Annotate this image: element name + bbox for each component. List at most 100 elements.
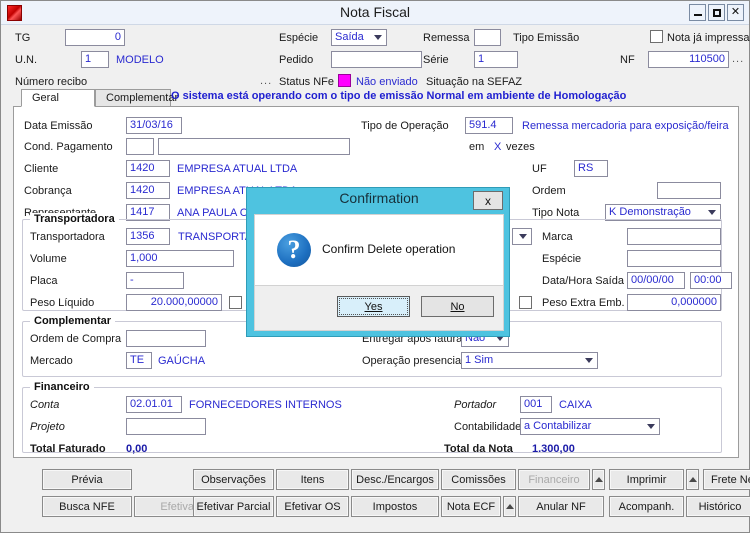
ordem-compra-input[interactable] [126,330,206,347]
contabilidade-select[interactable]: a Contabilizar [520,418,660,435]
historico-button[interactable]: Histórico [686,496,750,517]
ordem-input[interactable] [657,182,721,199]
impostos-button[interactable]: Impostos [351,496,439,517]
efetivar-parcial-button[interactable]: Efetivar Parcial [193,496,274,517]
conta-input[interactable]: 02.01.01 [126,396,182,413]
desc-encargos-button[interactable]: Desc./Encargos [351,469,439,490]
efetivar-parcial-label: Efetivar Parcial [197,501,271,513]
nf-input[interactable]: 110500 [648,51,729,68]
dialog-no-button[interactable]: No [421,296,494,317]
conta-description: FORNECEDORES INTERNOS [189,399,342,411]
busca-nfe-button[interactable]: Busca NFE [42,496,132,517]
data-emissao-input[interactable]: 31/03/16 [126,117,182,134]
cond-pagamento-desc-input[interactable] [158,138,350,155]
nota-ja-impressa-checkbox[interactable] [650,30,663,43]
tg-input[interactable]: 0 [65,29,125,46]
arrow-up-icon [595,477,603,482]
tipo-nota-label: Tipo Nota [532,207,579,219]
arrow-up-icon [689,477,697,482]
ordem-compra-label: Ordem de Compra [30,333,121,345]
maximize-button[interactable] [708,4,725,21]
homologacao-banner: O sistema está operando com o tipo de em… [171,90,626,102]
anular-nf-button[interactable]: Anular NF [518,496,604,517]
un-input[interactable]: 1 [81,51,109,68]
financeiro-dropdown-arrow[interactable] [592,469,605,490]
financeiro-group-title: Financeiro [30,381,94,393]
peso-liquido-input[interactable]: 20.000,00000 [126,294,222,311]
peso-liquido-checkbox[interactable] [229,296,242,309]
projeto-input[interactable] [126,418,206,435]
cobranca-code-input[interactable]: 1420 [126,182,170,199]
hora-saida-input[interactable]: 00:00 [690,272,732,289]
conta-label: Conta [30,399,59,411]
acompanh-button[interactable]: Acompanh. [609,496,684,517]
total-faturado-value: 0,00 [126,443,147,455]
complementar-group-title: Complementar [30,315,115,327]
historico-label: Histórico [699,501,742,513]
remessa-input[interactable] [474,29,501,46]
efetivar-os-label: Efetivar OS [284,501,340,513]
tab-complementar[interactable]: Complementar [95,89,171,107]
efetivar-os-button[interactable]: Efetivar OS [276,496,349,517]
nota-ecf-button[interactable]: Nota ECF [441,496,501,517]
imprimir-button[interactable]: Imprimir [609,469,684,490]
mercado-label: Mercado [30,355,73,367]
vezes-label: vezes [506,141,535,153]
comissoes-button[interactable]: Comissões [441,469,516,490]
operacao-presencial-select[interactable]: 1 Sim [461,352,598,369]
transportadora-extra-select[interactable] [512,228,532,245]
portador-input[interactable]: 001 [520,396,552,413]
minimize-button[interactable] [689,4,706,21]
marca-input[interactable] [627,228,721,245]
impostos-label: Impostos [373,501,418,513]
cobranca-label: Cobrança [24,185,72,197]
acompanh-label: Acompanh. [619,501,675,513]
especie-transp-input[interactable] [627,250,721,267]
placa-input[interactable]: - [126,272,184,289]
peso-extra-checkbox[interactable] [519,296,532,309]
dialog-title: Confirmation [247,190,511,206]
data-saida-input[interactable]: 00/00/00 [627,272,685,289]
tipo-operacao-description: Remessa mercadoria para exposição/feira [522,120,729,132]
peso-extra-input[interactable]: 0,000000 [627,294,721,311]
uf-input[interactable]: RS [574,160,608,177]
data-emissao-label: Data Emissão [24,120,92,132]
dialog-body: ? Confirm Delete operation [254,214,504,286]
frete-neg-button[interactable]: Frete Neg. [703,469,750,490]
cond-pagamento-code-input[interactable] [126,138,154,155]
numero-recibo-ellipsis-button[interactable]: ... [260,75,272,87]
uf-label: UF [532,163,547,175]
dialog-message: Confirm Delete operation [322,242,455,256]
observacoes-button[interactable]: Observações [193,469,274,490]
pedido-label: Pedido [279,54,313,66]
close-button[interactable]: ✕ [727,4,744,21]
data-hora-saida-label: Data/Hora Saída [542,275,624,287]
tipo-operacao-input[interactable]: 591.4 [465,117,513,134]
transportadora-code-input[interactable]: 1356 [126,228,170,245]
pedido-input[interactable] [331,51,422,68]
imprimir-dropdown-arrow[interactable] [686,469,699,490]
cliente-code-input[interactable]: 1420 [126,160,170,177]
dialog-close-button[interactable]: x [473,191,503,210]
total-nota-label: Total da Nota [444,443,513,455]
nota-ecf-dropdown-arrow[interactable] [503,496,516,517]
contabilidade-value: a Contabilizar [524,419,656,434]
previa-button[interactable]: Prévia [42,469,132,490]
especie-select[interactable]: Saída [331,29,387,46]
nf-ellipsis-button[interactable]: ... [732,53,744,65]
window-controls: ✕ [689,4,744,21]
mercado-code-input[interactable]: TE [126,352,152,369]
nf-label: NF [620,54,635,66]
action-button-bar: Prévia Observações Itens Desc./Encargos … [13,464,739,526]
dialog-yes-label: Yes [365,301,383,313]
dialog-yes-button[interactable]: Yes [337,296,410,317]
marca-label: Marca [542,231,573,243]
numero-recibo-label: Número recibo [15,76,87,88]
parcelas-count: X [494,141,501,153]
serie-input[interactable]: 1 [474,51,518,68]
cond-pagamento-label: Cond. Pagamento [24,141,113,153]
tab-geral[interactable]: Geral [21,89,95,107]
volume-input[interactable]: 1,000 [126,250,234,267]
anular-nf-label: Anular NF [536,501,586,513]
itens-button[interactable]: Itens [276,469,349,490]
